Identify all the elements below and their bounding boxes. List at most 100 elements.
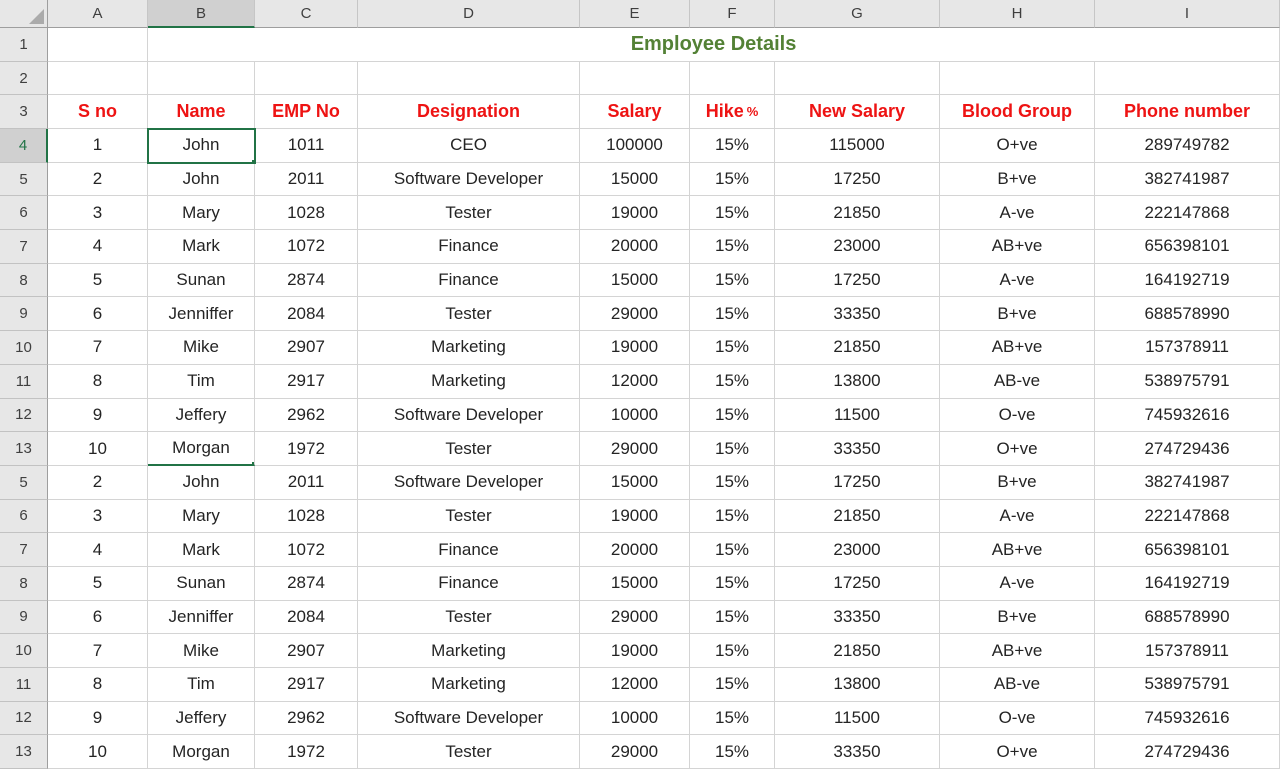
cell-G8-b2[interactable]: 17250 (775, 567, 940, 601)
cell-C7[interactable]: 1072 (255, 230, 358, 264)
cell-A5[interactable]: 2 (48, 163, 148, 197)
row-header-8[interactable]: 8 (0, 264, 48, 298)
cell-F7[interactable]: 15% (690, 230, 775, 264)
cell-I6[interactable]: 222147868 (1095, 196, 1280, 230)
cell-D7[interactable]: Finance (358, 230, 580, 264)
fill-handle[interactable] (251, 159, 255, 163)
cell-D10-b2[interactable]: Marketing (358, 634, 580, 668)
cell-E7[interactable]: 20000 (580, 230, 690, 264)
cell-I7-b2[interactable]: 656398101 (1095, 533, 1280, 567)
cell-G8[interactable]: 17250 (775, 264, 940, 298)
cell-G11[interactable]: 13800 (775, 365, 940, 399)
cell-I11-b2[interactable]: 538975791 (1095, 668, 1280, 702)
cell-H13-b2[interactable]: O+ve (940, 735, 1095, 769)
cell-H3[interactable]: Blood Group (940, 95, 1095, 129)
select-all-button[interactable] (0, 0, 48, 28)
cell-I6-b2[interactable]: 222147868 (1095, 500, 1280, 534)
cell-B6[interactable]: Mary (148, 196, 255, 230)
cell-H4[interactable]: O+ve (940, 129, 1095, 163)
cell-G12-b2[interactable]: 11500 (775, 702, 940, 736)
cell-C11-b2[interactable]: 2917 (255, 668, 358, 702)
row-header-1[interactable]: 1 (0, 28, 48, 62)
cell-E7-b2[interactable]: 20000 (580, 533, 690, 567)
cell-F10-b2[interactable]: 15% (690, 634, 775, 668)
cell-H11[interactable]: AB-ve (940, 365, 1095, 399)
cell-H5[interactable]: B+ve (940, 163, 1095, 197)
cell-A8[interactable]: 5 (48, 264, 148, 298)
cell-A10[interactable]: 7 (48, 331, 148, 365)
row-header-12-b2[interactable]: 12 (0, 702, 48, 736)
cell-B12-b2[interactable]: Jeffery (148, 702, 255, 736)
cell-G2[interactable] (775, 62, 940, 96)
cell-I11[interactable]: 538975791 (1095, 365, 1280, 399)
cell-C10-b2[interactable]: 2907 (255, 634, 358, 668)
cell-E10[interactable]: 19000 (580, 331, 690, 365)
cell-B9-b2[interactable]: Jenniffer (148, 601, 255, 635)
cell-H10[interactable]: AB+ve (940, 331, 1095, 365)
cell-C3[interactable]: EMP No (255, 95, 358, 129)
cell-B5-b2[interactable]: John (148, 466, 255, 500)
cell-E3[interactable]: Salary (580, 95, 690, 129)
cell-A6[interactable]: 3 (48, 196, 148, 230)
cell-C7-b2[interactable]: 1072 (255, 533, 358, 567)
cell-C2[interactable] (255, 62, 358, 96)
row-header-10[interactable]: 10 (0, 331, 48, 365)
cell-E13[interactable]: 29000 (580, 432, 690, 466)
cell-I12[interactable]: 745932616 (1095, 399, 1280, 433)
row-header-10-b2[interactable]: 10 (0, 634, 48, 668)
cell-A9-b2[interactable]: 6 (48, 601, 148, 635)
cell-G5-b2[interactable]: 17250 (775, 466, 940, 500)
cell-D5[interactable]: Software Developer (358, 163, 580, 197)
row-header-2[interactable]: 2 (0, 62, 48, 96)
cell-F13[interactable]: 15% (690, 432, 775, 466)
cell-I5[interactable]: 382741987 (1095, 163, 1280, 197)
cell-G12[interactable]: 11500 (775, 399, 940, 433)
cell-F9[interactable]: 15% (690, 297, 775, 331)
cell-B5[interactable]: John (148, 163, 255, 197)
cell-C8[interactable]: 2874 (255, 264, 358, 298)
cell-G10[interactable]: 21850 (775, 331, 940, 365)
cell-A12[interactable]: 9 (48, 399, 148, 433)
cell-C9[interactable]: 2084 (255, 297, 358, 331)
cell-F6-b2[interactable]: 15% (690, 500, 775, 534)
cell-A7-b2[interactable]: 4 (48, 533, 148, 567)
cell-H10-b2[interactable]: AB+ve (940, 634, 1095, 668)
cell-A1[interactable] (48, 28, 148, 62)
cell-C5[interactable]: 2011 (255, 163, 358, 197)
cell-C9-b2[interactable]: 2084 (255, 601, 358, 635)
column-header-B[interactable]: B (148, 0, 255, 28)
column-header-I[interactable]: I (1095, 0, 1280, 28)
cell-A3[interactable]: S no (48, 95, 148, 129)
cell-A5-b2[interactable]: 2 (48, 466, 148, 500)
cell-B13-b2[interactable]: Morgan (148, 735, 255, 769)
cell-C4[interactable]: 1011 (255, 129, 358, 163)
cell-C13-b2[interactable]: 1972 (255, 735, 358, 769)
cell-F6[interactable]: 15% (690, 196, 775, 230)
cell-G13-b2[interactable]: 33350 (775, 735, 940, 769)
cell-F8-b2[interactable]: 15% (690, 567, 775, 601)
row-header-7[interactable]: 7 (0, 230, 48, 264)
cell-E6-b2[interactable]: 19000 (580, 500, 690, 534)
cell-E12-b2[interactable]: 10000 (580, 702, 690, 736)
cell-B12[interactable]: Jeffery (148, 399, 255, 433)
cell-G13[interactable]: 33350 (775, 432, 940, 466)
cell-F11[interactable]: 15% (690, 365, 775, 399)
row-header-7-b2[interactable]: 7 (0, 533, 48, 567)
cell-D10[interactable]: Marketing (358, 331, 580, 365)
cell-A12-b2[interactable]: 9 (48, 702, 148, 736)
cell-F2[interactable] (690, 62, 775, 96)
cell-I9-b2[interactable]: 688578990 (1095, 601, 1280, 635)
cell-D8[interactable]: Finance (358, 264, 580, 298)
cell-C13[interactable]: 1972 (255, 432, 358, 466)
cell-E2[interactable] (580, 62, 690, 96)
cell-I2[interactable] (1095, 62, 1280, 96)
cell-D12-b2[interactable]: Software Developer (358, 702, 580, 736)
cell-E6[interactable]: 19000 (580, 196, 690, 230)
row-header-8-b2[interactable]: 8 (0, 567, 48, 601)
cell-H12-b2[interactable]: O-ve (940, 702, 1095, 736)
cell-A9[interactable]: 6 (48, 297, 148, 331)
cell-I13-b2[interactable]: 274729436 (1095, 735, 1280, 769)
cell-C11[interactable]: 2917 (255, 365, 358, 399)
cell-G6[interactable]: 21850 (775, 196, 940, 230)
cell-H12[interactable]: O-ve (940, 399, 1095, 433)
